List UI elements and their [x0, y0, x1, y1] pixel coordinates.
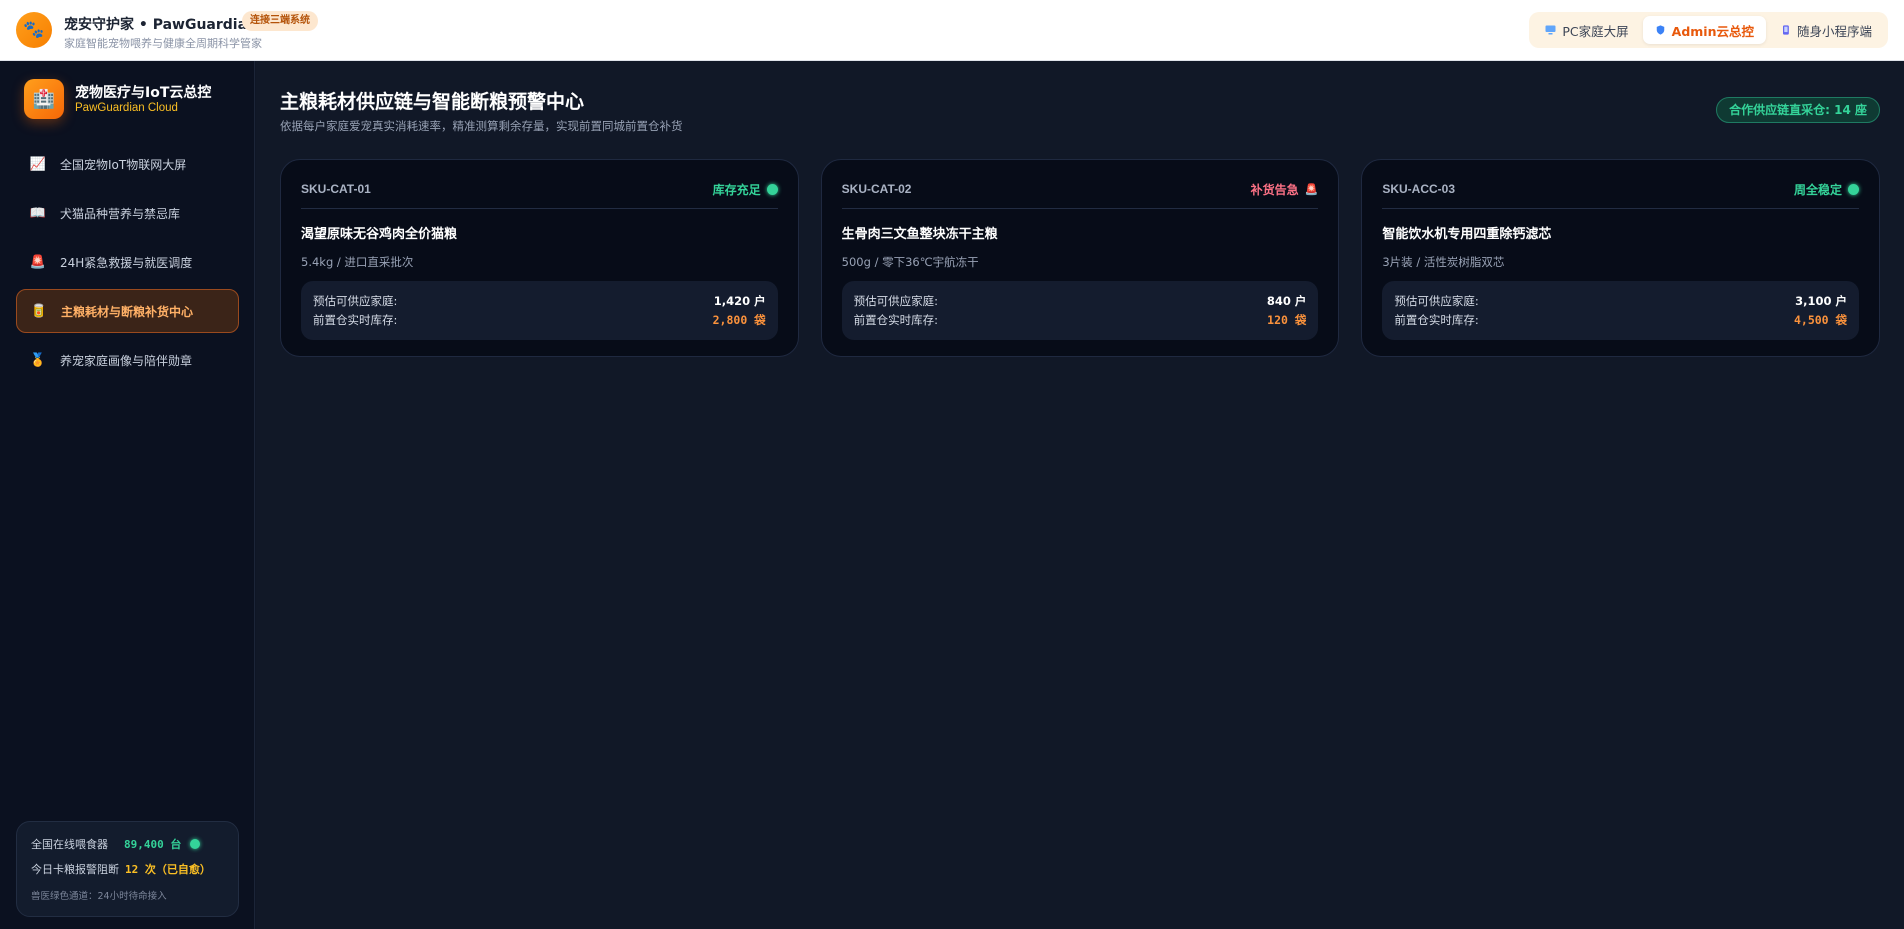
feeders-value: 89,400 台: [124, 838, 182, 851]
sidebar-item-food-supply[interactable]: 🥫 主粮耗材与断粮补货中心: [16, 289, 239, 333]
sidebar-subtitle: PawGuardian Cloud: [75, 102, 178, 114]
sidebar-item-label: 养宠家庭画像与陪伴勋章: [60, 353, 193, 368]
card-divider: [1382, 208, 1860, 209]
stock-status-label: 补货告急: [1250, 182, 1299, 197]
jams-stat-row: 今日卡粮报警阻断 12 次（已自愈）: [31, 859, 224, 879]
households-row: 预估可供应家庭: 840 户: [854, 291, 1307, 310]
medal-icon: 🏅: [29, 352, 47, 368]
sku-card[interactable]: SKU-ACC-03 周全稳定 智能饮水机专用四重除钙滤芯 3片装 / 活性炭树…: [1361, 159, 1881, 357]
paw-icon[interactable]: 🐾: [16, 12, 52, 48]
sidebar-item-family-badges[interactable]: 🏅 养宠家庭画像与陪伴勋章: [16, 338, 239, 382]
phone-icon: [1782, 25, 1789, 35]
supply-warehouse-badge: 合作供应链直采仓: 14 座: [1716, 97, 1880, 123]
product-name: 智能饮水机专用四重除钙滤芯: [1382, 227, 1552, 242]
card-header: SKU-CAT-01 库存充足: [301, 180, 778, 198]
households-label: 预估可供应家庭:: [313, 293, 398, 308]
supply-metrics: 预估可供应家庭: 1,420 户 前置仓实时库存: 2,800 袋: [301, 281, 778, 340]
sidebar-item-nutrition-library[interactable]: 📖 犬猫品种营养与禁忌库: [16, 191, 239, 235]
stock-row: 前置仓实时库存: 2,800 袋: [313, 310, 766, 329]
households-value: 1,420 户: [713, 293, 766, 308]
stock-row: 前置仓实时库存: 4,500 袋: [1394, 310, 1847, 329]
product-spec: 3片装 / 活性炭树脂双芯: [1382, 255, 1505, 269]
product-name: 生骨肉三文鱼整块冻干主粮: [841, 227, 998, 242]
households-value: 840 户: [1266, 293, 1307, 308]
status-ok-icon: [766, 183, 778, 195]
households-label: 预估可供应家庭:: [1394, 293, 1479, 308]
switch-admin-button[interactable]: Admin云总控: [1642, 16, 1766, 44]
stock-value: 120 袋: [1267, 312, 1307, 327]
sidebar-nav: 📈 全国宠物IoT物联网大屏 📖 犬猫品种营养与禁忌库 🚨 24H紧急救援与就医…: [16, 142, 239, 387]
app-title: 宠安守护家 • PawGuardian: [64, 17, 258, 33]
supply-metrics: 预估可供应家庭: 3,100 户 前置仓实时库存: 4,500 袋: [1382, 281, 1860, 340]
sku-card[interactable]: SKU-CAT-01 库存充足 渴望原味无谷鸡肉全价猫粮 5.4kg / 进口直…: [280, 159, 799, 357]
switch-admin-label: Admin云总控: [1671, 23, 1754, 39]
feeders-label: 全国在线喂食器: [31, 838, 108, 851]
sidebar-item-emergency-dispatch[interactable]: 🚨 24H紧急救援与就医调度: [16, 240, 239, 284]
platform-switcher: PC家庭大屏 Admin云总控 随身小程序端: [1529, 12, 1888, 48]
sku-code: SKU-CAT-01: [301, 182, 371, 196]
sidebar-item-label: 犬猫品种营养与禁忌库: [60, 206, 181, 221]
sidebar-item-label: 24H紧急救援与就医调度: [60, 255, 193, 270]
supply-metrics: 预估可供应家庭: 840 户 前置仓实时库存: 120 袋: [841, 281, 1319, 340]
siren-icon: 🚨: [1304, 182, 1319, 196]
households-label: 预估可供应家庭:: [853, 293, 939, 308]
network-stats-panel: 全国在线喂食器 89,400 台 今日卡粮报警阻断 12 次（已自愈） 兽医绿色…: [16, 821, 239, 917]
vet-channel-note: 兽医绿色通道：24小时待命接入: [31, 891, 167, 902]
stock-value: 2,800 袋: [712, 312, 766, 327]
card-header: SKU-ACC-03 周全稳定: [1382, 180, 1860, 198]
stock-label: 前置仓实时库存:: [313, 312, 398, 327]
product-spec: 500g / 零下36℃宇航冻干: [841, 255, 979, 269]
sidebar-title: 宠物医疗与IoT云总控: [75, 85, 212, 101]
siren-icon: 🚨: [29, 254, 47, 270]
card-divider: [301, 208, 778, 209]
jams-value: 12 次（已自愈）: [125, 863, 211, 876]
sku-card-list: SKU-CAT-01 库存充足 渴望原味无谷鸡肉全价猫粮 5.4kg / 进口直…: [280, 159, 1881, 357]
app-subtitle: 家庭智能宠物喂养与健康全周期科学管家: [64, 37, 262, 50]
sku-code: SKU-CAT-02: [841, 182, 912, 196]
main-content: 主粮耗材供应链与智能断粮预警中心 依据每户家庭爱宠真实消耗速率，精准测算剩余存量…: [256, 61, 1904, 929]
stock-label: 前置仓实时库存:: [1394, 312, 1479, 327]
feeders-stat-row: 全国在线喂食器 89,400 台: [31, 834, 224, 854]
households-value: 3,100 户: [1795, 293, 1848, 308]
card-header: SKU-CAT-02 补货告急 🚨: [842, 180, 1319, 198]
book-icon: 📖: [29, 205, 47, 221]
product-spec: 5.4kg / 进口直采批次: [301, 255, 414, 269]
stock-status: 周全稳定: [1794, 181, 1860, 198]
medical-kit-icon: 🏥: [24, 79, 64, 119]
sidebar: 🏥 宠物医疗与IoT云总控 PawGuardian Cloud 📈 全国宠物Io…: [0, 61, 255, 929]
page-subtitle: 依据每户家庭爱宠真实消耗速率，精准测算剩余存量，实现前置同城前置仓补货: [280, 119, 683, 133]
card-divider: [841, 208, 1319, 209]
households-row: 预估可供应家庭: 3,100 户: [1394, 291, 1847, 310]
stock-status: 补货告急 🚨: [1251, 181, 1319, 198]
stock-status: 库存充足: [713, 181, 778, 198]
page-title: 主粮耗材供应链与智能断粮预警中心: [280, 91, 585, 113]
stock-value: 4,500 袋: [1793, 312, 1848, 327]
monitor-icon: [1545, 25, 1556, 35]
sku-card[interactable]: SKU-CAT-02 补货告急 🚨 生骨肉三文鱼整块冻干主粮 500g / 零下…: [820, 159, 1340, 357]
chart-icon: 📈: [29, 156, 47, 172]
jams-label: 今日卡粮报警阻断: [31, 863, 119, 876]
switch-miniprogram-button[interactable]: 随身小程序端: [1768, 16, 1884, 44]
food-can-icon: 🥫: [30, 303, 48, 319]
status-ok-icon: [1848, 183, 1860, 195]
shield-icon: [1656, 25, 1664, 35]
switch-miniprogram-label: 随身小程序端: [1796, 23, 1872, 39]
households-row: 预估可供应家庭: 1,420 户: [313, 291, 766, 310]
product-name: 渴望原味无谷鸡肉全价猫粮: [301, 227, 458, 242]
stock-status-label: 周全稳定: [1794, 182, 1843, 197]
switch-pc-screen-label: PC家庭大屏: [1562, 23, 1629, 39]
switch-pc-screen-button[interactable]: PC家庭大屏: [1533, 16, 1640, 44]
sync-badge: 连接三端系统: [242, 11, 318, 31]
sidebar-item-label: 主粮耗材与断粮补货中心: [61, 304, 194, 319]
stock-status-label: 库存充足: [712, 182, 761, 197]
stock-label: 前置仓实时库存:: [853, 312, 939, 327]
top-bar: 🐾 宠安守护家 • PawGuardian 连接三端系统 家庭智能宠物喂养与健康…: [0, 0, 1904, 61]
sidebar-item-label: 全国宠物IoT物联网大屏: [60, 157, 187, 172]
stock-row: 前置仓实时库存: 120 袋: [854, 310, 1307, 329]
sku-code: SKU-ACC-03: [1382, 182, 1456, 196]
online-status-dot: [190, 839, 201, 849]
sidebar-item-iot-dashboard[interactable]: 📈 全国宠物IoT物联网大屏: [16, 142, 239, 186]
